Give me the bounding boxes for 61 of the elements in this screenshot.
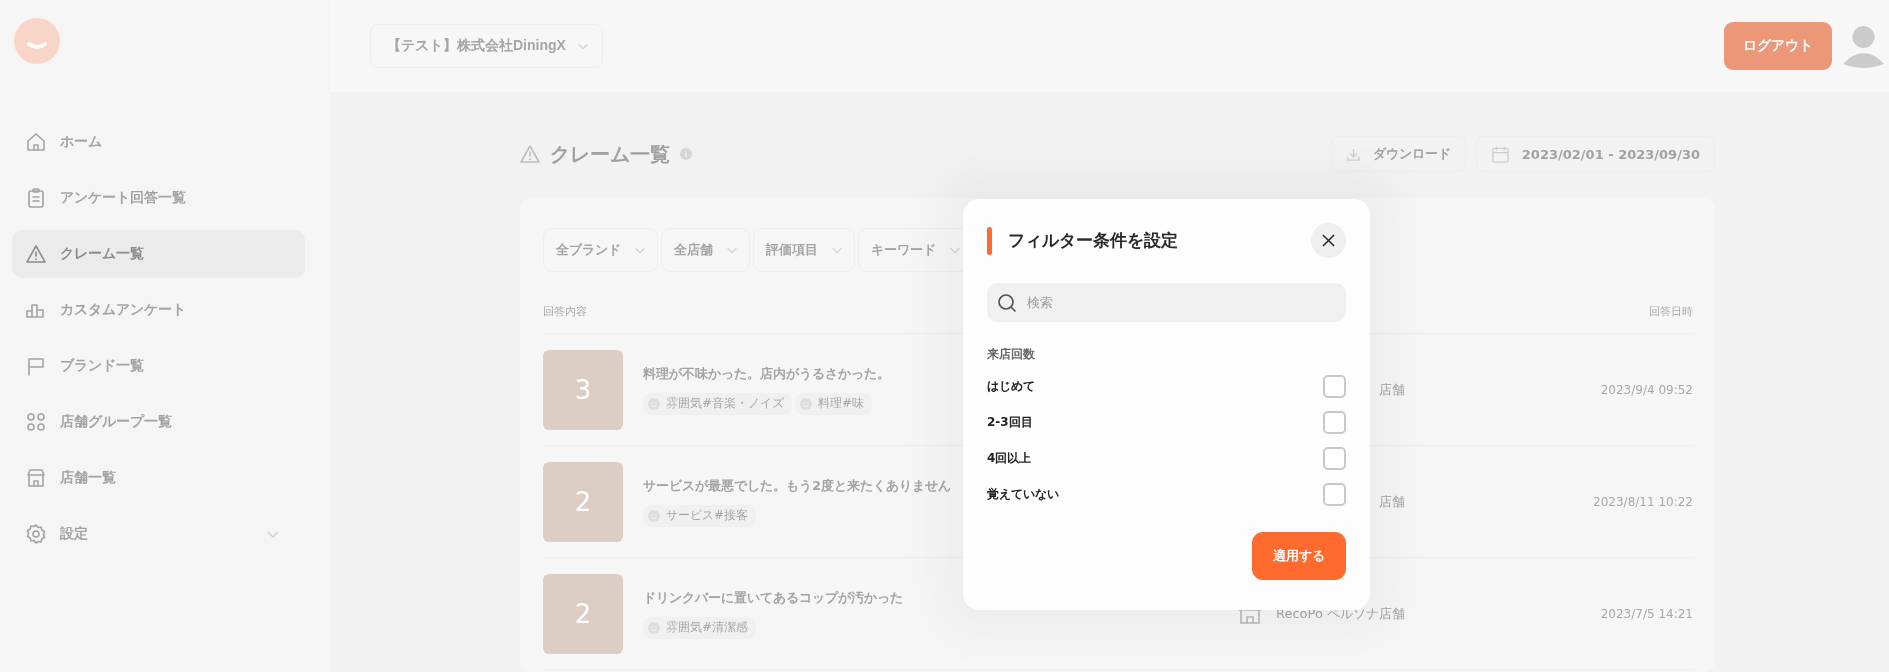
info-icon — [680, 148, 692, 160]
response-date: 2023/8/11 10:22 — [1592, 494, 1693, 509]
avatar-icon — [1843, 24, 1884, 68]
score-badge: 3 — [543, 349, 623, 430]
search-field[interactable]: 検索 — [987, 283, 1346, 322]
page-title: クレーム一覧 — [550, 140, 670, 168]
logout-button[interactable]: ログアウト — [1724, 22, 1832, 70]
filter-dropdown[interactable]: 全ブランド — [543, 228, 658, 272]
response-date: 2023/7/5 14:21 — [1599, 606, 1693, 621]
option-label: 2-3回目 — [987, 414, 1033, 431]
response-date: 2023/9/4 09:52 — [1599, 382, 1693, 397]
apply-button[interactable]: 適用する — [1252, 532, 1346, 580]
category-tag: 雰囲気#音楽・ノイズ — [643, 392, 793, 415]
response-text: 料理が不味かった。店内がうるさかった。 — [643, 364, 890, 383]
calendar-icon — [1490, 144, 1510, 164]
sidebar-item[interactable]: クレーム一覧 — [12, 230, 305, 278]
score-badge: 2 — [543, 461, 623, 542]
logo-icon — [14, 18, 60, 64]
sidebar-item[interactable]: アンケート回答一覧 — [12, 174, 305, 222]
checkbox[interactable] — [1323, 375, 1346, 398]
gear-icon — [26, 524, 46, 544]
option-label: 4回以上 — [987, 450, 1032, 467]
title-accent-bar — [987, 226, 992, 255]
download-button[interactable]: ダウンロード — [1330, 136, 1466, 172]
warning-icon — [26, 244, 46, 264]
checkbox[interactable] — [1323, 411, 1346, 434]
column-header: 回答日時 — [1649, 304, 1693, 319]
filter-dropdown[interactable]: 評価項目 — [753, 228, 855, 272]
download-icon — [1345, 146, 1361, 162]
response-text: サービスが最悪でした。もう2度と来たくありません — [643, 476, 952, 495]
category-tag: 雰囲気#清潔感 — [643, 616, 757, 639]
category-tag: サービス#接客 — [643, 504, 757, 527]
category-tag: 料理#味 — [795, 392, 873, 415]
company-selector[interactable]: 【テスト】株式会社DiningX — [370, 24, 603, 68]
close-button[interactable] — [1311, 223, 1346, 258]
sidebar-item[interactable]: 店舗一覧 — [12, 454, 305, 502]
sidebar-item[interactable]: カスタムアンケート — [12, 286, 305, 334]
store-name: 店舗 — [1379, 492, 1405, 511]
grid-icon — [26, 412, 46, 432]
filter-dropdown[interactable]: 全店舗 — [661, 228, 750, 272]
close-icon — [1322, 234, 1335, 247]
sidebar-item[interactable]: ブランド一覧 — [12, 342, 305, 390]
clipboard-icon — [26, 188, 46, 208]
warning-icon — [520, 144, 540, 164]
flag-icon — [26, 356, 46, 376]
store-icon — [26, 468, 46, 488]
sidebar-item[interactable]: 設定 — [12, 510, 305, 558]
response-text: ドリンクバーに置いてあるコップが汚かった — [643, 588, 903, 607]
checkbox[interactable] — [1323, 483, 1346, 506]
sidebar-item[interactable]: 店舗グループ一覧 — [12, 398, 305, 446]
checkbox[interactable] — [1323, 447, 1346, 470]
store-name: 店舗 — [1379, 380, 1405, 399]
option-label: 覚えていない — [987, 486, 1059, 503]
sidebar-item[interactable]: ホーム — [12, 118, 305, 166]
home-icon — [26, 132, 46, 152]
section-label: 来店回数 — [987, 346, 1036, 363]
dialog-title: フィルター条件を設定 — [1008, 229, 1179, 252]
option-label: はじめて — [987, 378, 1035, 395]
score-badge: 2 — [543, 573, 623, 654]
date-range-picker[interactable]: 2023/02/01 - 2023/09/30 — [1475, 136, 1715, 172]
column-header: 回答内容 — [543, 304, 587, 319]
